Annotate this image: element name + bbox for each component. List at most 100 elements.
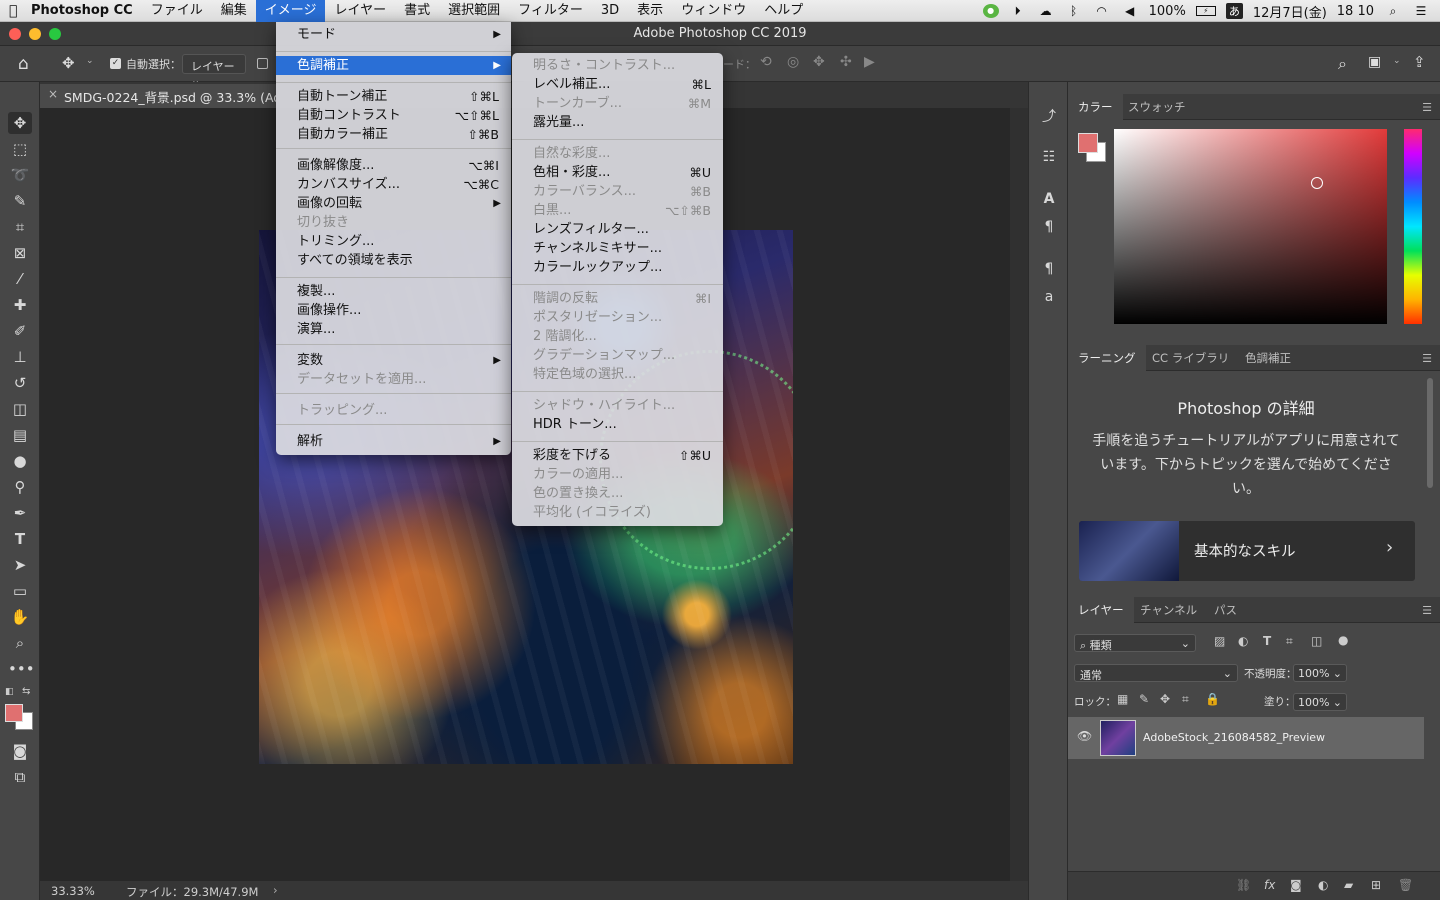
- eraser-tool-icon[interactable]: ◫: [8, 398, 32, 420]
- zoom-level[interactable]: 33.33%: [51, 884, 95, 898]
- add-mask-icon[interactable]: ◙: [1290, 878, 1302, 892]
- new-adjustment-icon[interactable]: ◐: [1318, 878, 1328, 892]
- screen-mode-icon[interactable]: ⧉: [8, 766, 32, 788]
- adjust-menu-item-5[interactable]: 色相・彩度... ⌘U: [512, 163, 723, 182]
- layer-name[interactable]: AdobeStock_216084582_Preview: [1143, 731, 1325, 744]
- properties-panel-icon[interactable]: ☷: [1038, 146, 1060, 168]
- 3d-camera-icon[interactable]: ▶: [864, 54, 875, 70]
- image-menu-item-10[interactable]: すべての領域を表示: [276, 251, 511, 270]
- link-layers-icon[interactable]: ⛓: [1236, 878, 1251, 892]
- menu-view[interactable]: 表示: [628, 0, 672, 22]
- document-tab[interactable]: × SMDG-0224_背景.psd @ 33.3% (Ado: [40, 84, 276, 108]
- quick-mask-icon[interactable]: ◙: [8, 740, 32, 762]
- adjust-menu-item-10[interactable]: カラールックアップ...: [512, 258, 723, 277]
- learn-panel-menu-icon[interactable]: ☰: [1422, 352, 1432, 365]
- paragraph-styles-icon[interactable]: ¶: [1038, 258, 1060, 280]
- menu-window[interactable]: ウィンドウ: [672, 0, 755, 22]
- zoom-tool-icon[interactable]: ⌕: [8, 632, 32, 654]
- character-panel-icon[interactable]: A: [1038, 188, 1060, 210]
- line-icon[interactable]: ●: [982, 4, 999, 18]
- layer-filter-dropdown[interactable]: ⌕ 種類 ⌄: [1074, 634, 1196, 652]
- status-menu-arrow-icon[interactable]: ›: [273, 883, 278, 897]
- new-group-icon[interactable]: ▰: [1344, 878, 1353, 892]
- filter-smart-object-icon[interactable]: ◫: [1311, 634, 1322, 648]
- blur-tool-icon[interactable]: ●: [8, 450, 32, 472]
- hand-tool-icon[interactable]: ✋: [8, 606, 32, 628]
- app-menu[interactable]: Photoshop CC: [22, 0, 142, 22]
- move-tool-icon[interactable]: ✥: [8, 112, 32, 134]
- color-picker-marker[interactable]: [1311, 177, 1323, 189]
- filter-adjustment-icon[interactable]: ◐: [1238, 634, 1248, 648]
- spotlight-icon[interactable]: ⌕: [1384, 4, 1402, 18]
- vertical-scrollbar[interactable]: [1010, 108, 1028, 881]
- lock-image-icon[interactable]: ✎: [1139, 692, 1149, 706]
- filter-shape-icon[interactable]: ⌗: [1286, 634, 1293, 649]
- lock-position-icon[interactable]: ✥: [1160, 692, 1170, 706]
- clock-date[interactable]: 12月7日(金): [1253, 2, 1327, 21]
- color-fg-swatch[interactable]: [1078, 133, 1098, 153]
- more-tools-icon[interactable]: •••: [8, 658, 35, 680]
- image-menu-item-6[interactable]: カンバスサイズ... ⌥⌘C: [276, 175, 511, 194]
- image-menu-item-2[interactable]: 自動トーン補正 ⇧⌘L: [276, 87, 511, 106]
- menu-filter[interactable]: フィルター: [509, 0, 592, 22]
- image-menu-item-4[interactable]: 自動カラー補正 ⇧⌘B: [276, 125, 511, 144]
- lock-transparent-icon[interactable]: ▦: [1117, 692, 1128, 706]
- menu-edit[interactable]: 編集: [212, 0, 256, 22]
- lock-artboard-icon[interactable]: ⌗: [1182, 692, 1189, 707]
- tab-paths[interactable]: パス: [1204, 597, 1247, 623]
- tab-adjustments[interactable]: 色調補正: [1235, 345, 1301, 371]
- blend-mode-dropdown[interactable]: 通常 ⌄: [1074, 664, 1238, 682]
- auto-select-dropdown[interactable]: レイヤー ⌄: [182, 54, 246, 87]
- quick-select-tool-icon[interactable]: ✎: [8, 190, 32, 212]
- fill-field[interactable]: 100% ⌄: [1293, 693, 1347, 711]
- menu-image[interactable]: イメージ: [255, 0, 326, 22]
- fx-icon[interactable]: fx: [1264, 878, 1275, 892]
- 3d-slide-icon[interactable]: ✣: [840, 54, 852, 70]
- menu-layer[interactable]: レイヤー: [325, 0, 395, 22]
- filter-toggle-icon[interactable]: ●: [1338, 633, 1348, 647]
- battery-icon[interactable]: ⚡: [1195, 6, 1216, 16]
- image-menu-item-1[interactable]: 色調補正 ▶: [276, 56, 511, 75]
- delete-layer-icon[interactable]: 🗑: [1398, 878, 1413, 892]
- adjust-menu-item-3[interactable]: 露光量...: [512, 113, 723, 132]
- adjust-menu-item-17[interactable]: HDR トーン...: [512, 415, 723, 434]
- volume-icon[interactable]: ◀: [1121, 4, 1139, 18]
- bluetooth-icon[interactable]: ᛒ: [1065, 4, 1083, 18]
- cloud-icon[interactable]: ☁: [1037, 4, 1055, 18]
- opacity-field[interactable]: 100% ⌄: [1293, 664, 1347, 682]
- hue-slider[interactable]: [1404, 129, 1422, 324]
- move-tool-preset-icon[interactable]: ✥: [62, 54, 75, 72]
- panel-menu-icon[interactable]: ☰: [1422, 101, 1432, 114]
- path-selection-tool-icon[interactable]: ➤: [8, 554, 32, 576]
- menu-file[interactable]: ファイル: [142, 0, 212, 22]
- workspace-icon[interactable]: ▣: [1368, 54, 1381, 70]
- search-icon[interactable]: ⌕: [1338, 54, 1347, 74]
- eye-icon[interactable]: 👁: [1077, 729, 1092, 743]
- frame-tool-icon[interactable]: ⊠: [8, 242, 32, 264]
- image-menu-item-12[interactable]: 画像操作...: [276, 301, 511, 320]
- brush-tool-icon[interactable]: ✐: [8, 320, 32, 342]
- image-menu-item-5[interactable]: 画像解像度... ⌥⌘I: [276, 156, 511, 175]
- play-icon[interactable]: ⏵: [1009, 4, 1027, 18]
- menu-select[interactable]: 選択範囲: [439, 0, 509, 22]
- paragraph-panel-icon[interactable]: ¶: [1038, 216, 1060, 238]
- tab-layers[interactable]: レイヤー: [1068, 597, 1134, 623]
- healing-brush-tool-icon[interactable]: ✚: [8, 294, 32, 316]
- swap-colors-icon[interactable]: ⇆: [22, 686, 30, 697]
- adjust-menu-item-1[interactable]: レベル補正... ⌘L: [512, 75, 723, 94]
- foreground-color-swatch[interactable]: [5, 704, 23, 722]
- apple-menu-icon[interactable]: : [0, 0, 22, 22]
- image-menu-item-11[interactable]: 複製...: [276, 282, 511, 301]
- lasso-tool-icon[interactable]: ➰: [8, 164, 32, 186]
- image-menu-item-13[interactable]: 演算...: [276, 320, 511, 339]
- notification-center-icon[interactable]: ☰: [1412, 4, 1430, 18]
- gradient-tool-icon[interactable]: ▤: [8, 424, 32, 446]
- color-field[interactable]: [1114, 129, 1387, 324]
- transform-controls-checkbox[interactable]: [257, 58, 268, 69]
- tab-learn[interactable]: ラーニング: [1068, 345, 1146, 371]
- 3d-pan-icon[interactable]: ✥: [813, 54, 825, 70]
- menu-3d[interactable]: 3D: [592, 0, 628, 22]
- image-menu-item-7[interactable]: 画像の回転 ▶: [276, 194, 511, 213]
- clone-stamp-tool-icon[interactable]: ⊥: [8, 346, 32, 368]
- 3d-orbit-icon[interactable]: ⟲: [760, 54, 772, 70]
